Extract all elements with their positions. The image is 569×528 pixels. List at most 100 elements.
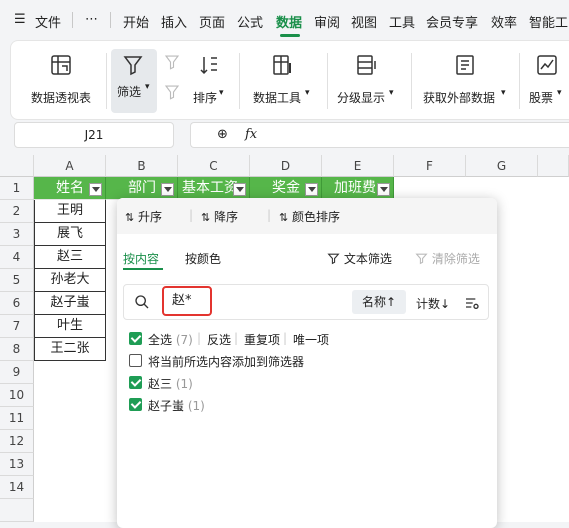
sort-ascending-button[interactable]: ⇅ 升序	[125, 208, 162, 225]
pivot-table-button[interactable]: 数据透视表	[21, 47, 101, 117]
filter-dropdown-icon[interactable]	[233, 183, 246, 196]
tab-data[interactable]: 数据	[276, 12, 302, 31]
more-icon[interactable]: ⋯	[85, 12, 98, 27]
filter-dropdown-icon[interactable]	[89, 183, 102, 196]
row-header[interactable]: 4	[0, 246, 34, 269]
table-cell[interactable]: 叶生	[34, 315, 106, 338]
column-header[interactable]: B	[106, 155, 178, 177]
tab-ai[interactable]: 智能工	[529, 12, 568, 31]
ribbon-divider	[239, 53, 240, 109]
row-header[interactable]: 5	[0, 269, 34, 292]
table-cell[interactable]: 孙老大	[34, 269, 106, 292]
header-cell[interactable]: 姓名	[34, 177, 106, 200]
header-cell[interactable]: 基本工资	[178, 177, 250, 200]
table-cell[interactable]: 展飞	[34, 223, 106, 246]
list-settings-icon[interactable]	[464, 295, 480, 311]
column-header[interactable]: G	[466, 155, 538, 177]
fx-icon[interactable]: fx	[245, 127, 257, 142]
row-header[interactable]: 3	[0, 223, 34, 246]
row-header[interactable]: 11	[0, 407, 34, 430]
tab-by-color[interactable]: 按颜色	[185, 250, 221, 267]
clear-filter-icon	[415, 253, 428, 265]
invert-selection-link[interactable]: 反选	[207, 331, 231, 348]
tab-view[interactable]: 视图	[351, 12, 377, 31]
get-external-data-button[interactable]: 获取外部数据 ▾	[419, 47, 509, 117]
row-header[interactable]: 9	[0, 361, 34, 384]
row-header[interactable]: 7	[0, 315, 34, 338]
sort-by-count-button[interactable]: 计数↓	[416, 295, 450, 312]
add-to-filter-label: 将当前所选内容添加到筛选器	[148, 355, 305, 369]
stocks-button[interactable]: 股票 ▾	[525, 47, 569, 117]
column-header[interactable]: F	[394, 155, 466, 177]
filter-popup: ⇅ 升序 | ⇅ 降序 | ⇅ 颜色排序 按内容 按颜色 文本筛选 清除筛选 赵…	[117, 198, 497, 528]
tab-member[interactable]: 会员专享	[426, 12, 478, 31]
header-cell[interactable]: 奖金	[250, 177, 322, 200]
filter-button[interactable]: 筛选 ▾	[111, 49, 157, 113]
filter-dropdown-icon[interactable]	[305, 183, 318, 196]
row-header[interactable]: 13	[0, 453, 34, 476]
tab-formula[interactable]: 公式	[237, 12, 263, 31]
data-tools-button[interactable]: 数据工具 ▾	[249, 47, 319, 117]
tab-insert[interactable]: 插入	[161, 12, 187, 31]
list-item-checkbox[interactable]	[129, 398, 142, 411]
sort-by-name-button[interactable]: 名称↑	[352, 290, 406, 314]
stocks-label: 股票	[529, 91, 554, 105]
table-cell[interactable]: 王二张	[34, 338, 106, 361]
header-cell[interactable]: 加班费	[322, 177, 394, 200]
text-filter-button[interactable]: 文本筛选	[327, 250, 392, 267]
external-data-label: 获取外部数据	[423, 91, 496, 105]
corner-cell[interactable]	[0, 155, 34, 177]
formula-input[interactable]: ⊕ fx	[190, 122, 569, 148]
filter-dropdown-icon[interactable]	[161, 183, 174, 196]
list-item-checkbox[interactable]	[129, 376, 142, 389]
divider: |	[234, 331, 239, 345]
sort-descending-button[interactable]: ⇅ 降序	[201, 208, 238, 225]
column-header[interactable]: A	[34, 155, 106, 177]
duplicates-link[interactable]: 重复项	[244, 331, 280, 348]
menu-divider	[72, 12, 73, 28]
table-cell[interactable]: 赵子蚩	[34, 292, 106, 315]
select-all-checkbox[interactable]	[129, 332, 142, 345]
tab-review[interactable]: 审阅	[314, 12, 340, 31]
add-to-filter-checkbox[interactable]	[129, 354, 142, 367]
header-cell[interactable]: 部门	[106, 177, 178, 200]
tab-by-content[interactable]: 按内容	[123, 250, 159, 267]
column-header[interactable]: E	[322, 155, 394, 177]
advanced-filter-icon[interactable]	[163, 83, 181, 101]
column-header[interactable]	[538, 155, 569, 177]
row-header[interactable]: 8	[0, 338, 34, 361]
outline-button[interactable]: 分级显示 ▾	[333, 47, 403, 117]
row-header[interactable]: 1	[0, 177, 34, 200]
row-header[interactable]	[0, 499, 34, 522]
table-cell[interactable]: 赵三	[34, 246, 106, 269]
name-box[interactable]: J21	[14, 122, 174, 148]
reapply-filter-icon[interactable]	[163, 53, 181, 71]
tab-page[interactable]: 页面	[199, 12, 225, 31]
ribbon-divider	[519, 53, 520, 109]
sort-label: 排序	[193, 91, 218, 105]
tab-efficiency[interactable]: 效率	[491, 12, 517, 31]
row-header[interactable]: 14	[0, 476, 34, 499]
filter-icon	[327, 253, 340, 265]
row-header[interactable]: 2	[0, 200, 34, 223]
zoom-icon[interactable]: ⊕	[217, 127, 228, 142]
tab-tools[interactable]: 工具	[389, 12, 415, 31]
unique-items-link[interactable]: 唯一项	[293, 331, 329, 348]
clear-filter-button[interactable]: 清除筛选	[415, 250, 480, 267]
column-header[interactable]: D	[250, 155, 322, 177]
row-header[interactable]: 12	[0, 430, 34, 453]
hamburger-menu-icon[interactable]: ☰	[14, 12, 26, 27]
table-cell[interactable]: 王明	[34, 200, 106, 223]
outline-icon	[357, 55, 376, 75]
tab-home[interactable]: 开始	[123, 12, 149, 31]
sort-by-color-label: 颜色排序	[292, 210, 341, 224]
row-header[interactable]: 6	[0, 292, 34, 315]
sort-by-color-button[interactable]: ⇅ 颜色排序	[279, 208, 340, 225]
ribbon-toolbar: 数据透视表 筛选 ▾ 排序 ▾ 数据工具 ▾ 分级显示 ▾ 获取外部数据 ▾ 股…	[10, 40, 569, 120]
search-input[interactable]: 赵*	[162, 286, 212, 316]
column-header[interactable]: C	[178, 155, 250, 177]
filter-dropdown-icon[interactable]	[377, 183, 390, 196]
sort-button[interactable]: 排序 ▾	[189, 47, 229, 117]
row-header[interactable]: 10	[0, 384, 34, 407]
menu-file[interactable]: 文件	[35, 12, 61, 31]
